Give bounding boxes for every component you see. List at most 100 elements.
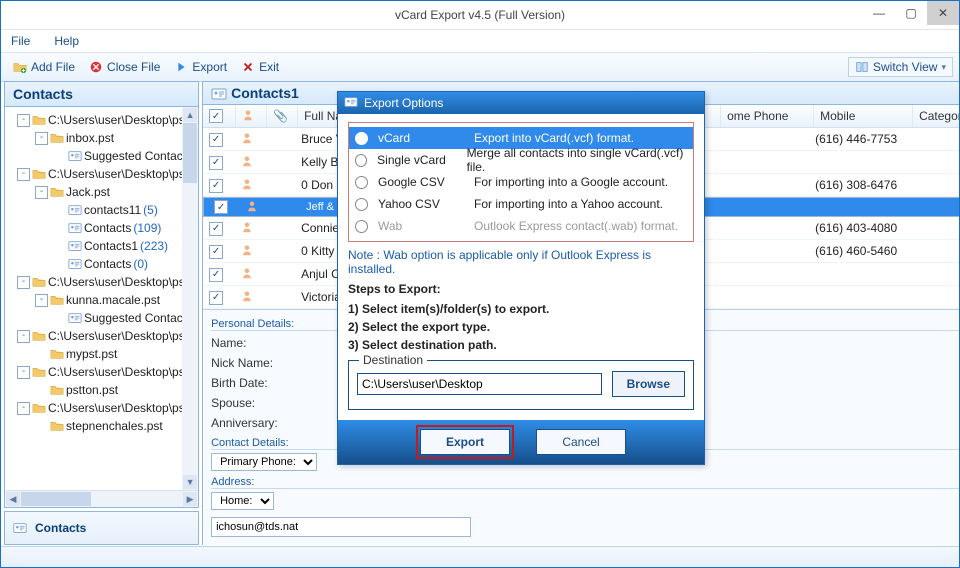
contacts-icon (68, 257, 82, 271)
contacts-icon (68, 239, 82, 253)
contacts-title-icon (211, 86, 225, 100)
export-option[interactable]: Google CSVFor importing into a Google ac… (349, 171, 693, 193)
add-file-button[interactable]: Add File (7, 58, 81, 76)
exit-button[interactable]: Exit (235, 58, 285, 76)
tree-item[interactable]: - C:\Users\user\Desktop\pst (7, 399, 196, 417)
row-checkbox[interactable] (209, 156, 223, 170)
close-button[interactable]: ✕ (927, 1, 959, 25)
folder-tree[interactable]: ▲ ▼ - C:\Users\user\Desktop\pst ▴- inbox… (5, 107, 198, 490)
address-label: Address: (211, 476, 960, 489)
tree-item[interactable]: - inbox.pst (7, 129, 196, 147)
tree-item[interactable]: Contacts (0) (7, 255, 196, 273)
attachment-column-icon: 📎 (273, 109, 288, 123)
menu-file[interactable]: File (11, 34, 30, 48)
select-all-checkbox[interactable] (209, 109, 223, 123)
contacts-nav-icon (13, 521, 27, 535)
tree-item[interactable]: - C:\Users\user\Desktop\pst (7, 327, 196, 345)
scroll-up-icon[interactable]: ▲ (183, 108, 197, 122)
scroll-down-icon[interactable]: ▼ (183, 475, 197, 489)
tree-item-label: Jack.pst (66, 185, 110, 199)
tree-item-label: Suggested Contact (84, 149, 186, 163)
tree-item[interactable]: - C:\Users\user\Desktop\pst (7, 273, 196, 291)
option-name: vCard (378, 131, 464, 145)
radio-icon (355, 154, 367, 167)
tree-item[interactable]: Contacts (109) (7, 219, 196, 237)
nav-contacts[interactable]: Contacts (4, 511, 199, 545)
hscroll-left-icon[interactable]: ◀ (6, 492, 20, 506)
browse-button[interactable]: Browse (612, 371, 685, 397)
export-button[interactable]: Export (168, 58, 233, 76)
tree-expand-icon[interactable]: - (17, 366, 30, 379)
tree-expand-icon[interactable]: - (17, 114, 30, 127)
dialog-cancel-button[interactable]: Cancel (536, 429, 626, 455)
tree-item[interactable]: - C:\Users\user\Desktop\pst (7, 165, 196, 183)
tree-expand-icon[interactable]: - (35, 294, 48, 307)
hscroll-thumb[interactable] (21, 492, 91, 506)
radio-icon (355, 176, 368, 189)
maximize-button[interactable]: ▢ (895, 1, 927, 25)
cell-mobile: (616) 403-4080 (809, 221, 907, 235)
home-address-select[interactable]: Home: (211, 492, 274, 510)
tree-expand-icon[interactable]: - (17, 276, 30, 289)
step-3: 3) Select destination path. (348, 338, 694, 352)
tree-expand-icon[interactable]: - (35, 132, 48, 145)
tree-item[interactable]: - C:\Users\user\Desktop\pst (7, 363, 196, 381)
tree-item-label: mypst.pst (66, 347, 117, 361)
tree-item[interactable]: pstton.pst (7, 381, 196, 399)
option-desc: For importing into a Google account. (474, 175, 668, 189)
tree-item-label: C:\Users\user\Desktop\pst (48, 329, 188, 343)
row-checkbox[interactable] (209, 268, 223, 282)
export-option[interactable]: Yahoo CSVFor importing into a Yahoo acco… (349, 193, 693, 215)
dialog-titlebar: Export Options (338, 92, 704, 114)
row-checkbox[interactable] (209, 291, 223, 305)
folder-icon (32, 275, 46, 289)
person-icon (241, 179, 253, 193)
close-file-icon (89, 60, 103, 74)
tree-item[interactable]: mypst.pst (7, 345, 196, 363)
dialog-title-icon (344, 95, 358, 112)
steps-header: Steps to Export: (348, 282, 694, 296)
tree-item[interactable]: - kunna.macale.pst (7, 291, 196, 309)
switch-view-button[interactable]: Switch View ▾ (848, 57, 953, 77)
dialog-export-button[interactable]: Export (420, 429, 510, 455)
tree-expand-icon[interactable]: - (17, 330, 30, 343)
export-option[interactable]: Single vCardMerge all contacts into sing… (349, 149, 693, 171)
tree-expand-icon[interactable]: - (35, 186, 48, 199)
tree-item[interactable]: contacts11 (5) (7, 201, 196, 219)
field-name-label: Name: (211, 336, 291, 350)
tree-item[interactable]: - C:\Users\user\Desktop\pst ▴ (7, 111, 196, 129)
hscroll-right-icon[interactable]: ▶ (183, 492, 197, 506)
tree-item-label: Contacts1 (84, 239, 138, 253)
contacts-icon (68, 203, 82, 217)
tree-item[interactable]: Contacts1 (223) (7, 237, 196, 255)
tree-item[interactable]: Suggested Contact (7, 309, 196, 327)
email-input[interactable] (211, 517, 471, 537)
tree-item[interactable]: stepnenchales.pst (7, 417, 196, 435)
option-name: Wab (378, 219, 464, 233)
person-icon (241, 133, 253, 147)
tree-hscrollbar[interactable]: ◀ ▶ (5, 490, 198, 507)
export-highlight: Export (416, 425, 514, 459)
tree-item[interactable]: Suggested Contact (7, 147, 196, 165)
tree-scrollbar[interactable]: ▲ ▼ (182, 107, 198, 490)
row-checkbox[interactable] (209, 222, 223, 236)
menu-help[interactable]: Help (54, 34, 79, 48)
scroll-thumb[interactable] (183, 123, 197, 183)
folder-icon (50, 347, 64, 361)
minimize-button[interactable]: — (863, 1, 895, 25)
row-checkbox[interactable] (209, 179, 223, 193)
row-checkbox[interactable] (214, 200, 228, 214)
tree-expand-icon[interactable]: - (17, 402, 30, 415)
tree-item[interactable]: - Jack.pst (7, 183, 196, 201)
col-mobile[interactable]: Mobile (814, 105, 913, 127)
close-file-button[interactable]: Close File (83, 58, 166, 76)
col-categories[interactable]: Categories (913, 105, 960, 127)
primary-phone-select[interactable]: Primary Phone: (211, 453, 317, 471)
row-checkbox[interactable] (209, 133, 223, 147)
contacts-icon (68, 221, 82, 235)
export-option: WabOutlook Express contact(.wab) format. (349, 215, 693, 237)
row-checkbox[interactable] (209, 245, 223, 259)
destination-input[interactable] (357, 373, 602, 395)
tree-expand-icon[interactable]: - (17, 168, 30, 181)
col-home-phone[interactable]: ome Phone (721, 105, 814, 127)
